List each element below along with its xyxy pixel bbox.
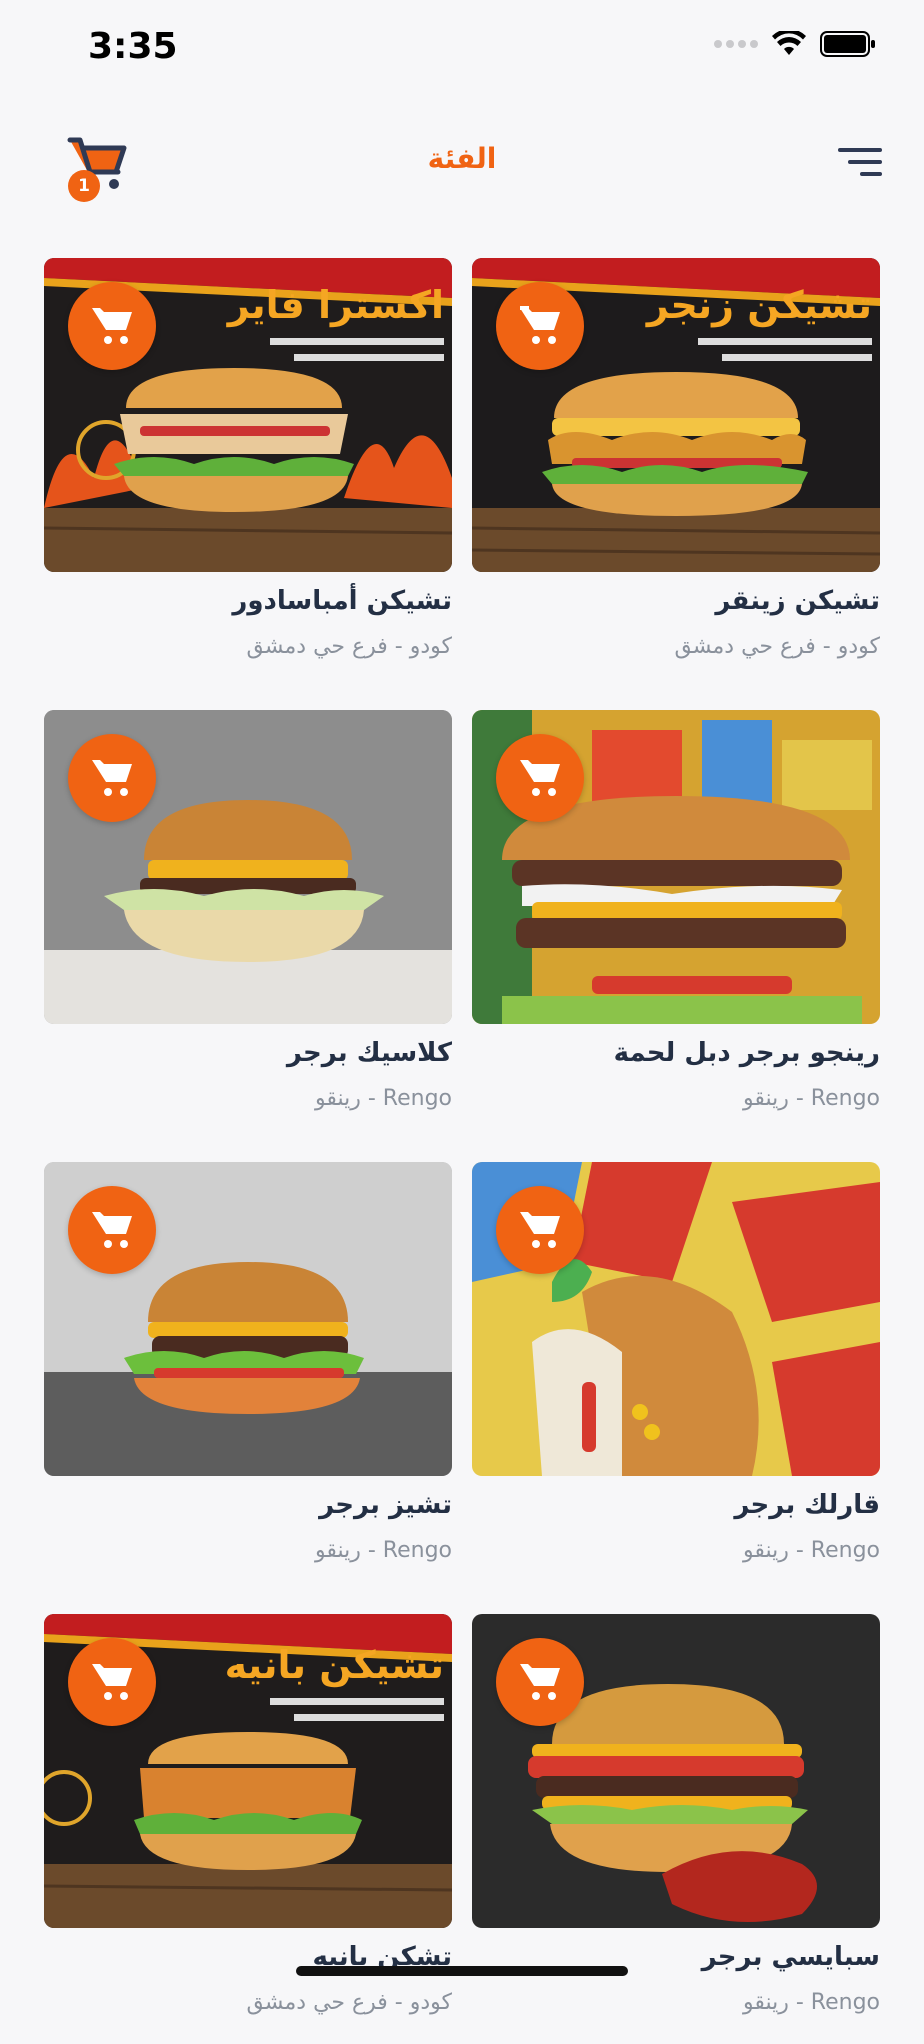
add-to-cart-button[interactable] bbox=[496, 282, 584, 370]
add-to-cart-button[interactable] bbox=[68, 1186, 156, 1274]
banner-text: تشيكن بانيه bbox=[225, 1643, 444, 1687]
product-card[interactable]: رينجو برجر دبل لحمة Rengo - رينقو bbox=[472, 710, 880, 1140]
add-to-cart-button[interactable] bbox=[496, 1638, 584, 1726]
home-indicator[interactable] bbox=[296, 1966, 628, 1976]
product-name: قارلك برجر bbox=[734, 1490, 880, 1520]
banner-text: اكسترا فاير bbox=[226, 283, 444, 327]
product-card[interactable]: سبايسي برجر Rengo - رينقو bbox=[472, 1614, 880, 2044]
product-card[interactable]: اكسترا فاير تشيكن أمباسادور كودو - فرع ح… bbox=[44, 258, 452, 688]
add-to-cart-button[interactable] bbox=[68, 282, 156, 370]
product-card[interactable]: كلاسيك برجر Rengo - رينقو bbox=[44, 710, 452, 1140]
product-image bbox=[44, 710, 452, 1024]
product-name: تشيكن أمباسادور bbox=[232, 586, 452, 616]
status-time: 3:35 bbox=[88, 26, 178, 67]
cart-icon bbox=[92, 760, 132, 796]
store-name: كودو - فرع حي دمشق bbox=[246, 1990, 452, 2015]
product-image bbox=[472, 710, 880, 1024]
cart-icon bbox=[520, 1664, 560, 1700]
add-to-cart-button[interactable] bbox=[496, 1186, 584, 1274]
product-name: تشيكن زينقر bbox=[715, 586, 880, 616]
product-image bbox=[44, 1162, 452, 1476]
product-card[interactable]: تشيكن زنجر تشيكن زينقر كودو - فرع حي دمش… bbox=[472, 258, 880, 688]
product-card[interactable]: تشيكن بانيه تشكن بانيه كودو - فرع حي دمش… bbox=[44, 1614, 452, 2044]
cart-icon bbox=[520, 306, 560, 344]
cart-icon bbox=[92, 308, 132, 344]
banner-text: تشيكن زنجر bbox=[645, 283, 872, 327]
store-name: Rengo - رينقو bbox=[742, 1538, 880, 1563]
status-icons bbox=[714, 30, 876, 58]
product-name: رينجو برجر دبل لحمة bbox=[613, 1038, 880, 1068]
add-to-cart-button[interactable] bbox=[68, 734, 156, 822]
menu-icon bbox=[838, 148, 882, 176]
add-to-cart-button[interactable] bbox=[68, 1638, 156, 1726]
product-image bbox=[472, 1162, 880, 1476]
wifi-icon bbox=[772, 31, 806, 57]
cart-icon bbox=[520, 760, 560, 796]
store-name: Rengo - رينقو bbox=[742, 1086, 880, 1111]
product-image: اكسترا فاير bbox=[44, 258, 452, 572]
add-to-cart-button[interactable] bbox=[496, 734, 584, 822]
product-image: تشيكن بانيه bbox=[44, 1614, 452, 1928]
store-name: Rengo - رينقو bbox=[314, 1086, 452, 1111]
header: 1 الفئة bbox=[0, 120, 924, 210]
cart-icon bbox=[92, 1212, 132, 1248]
product-image: تشيكن زنجر bbox=[472, 258, 880, 572]
product-card[interactable]: تشيز برجر Rengo - رينقو bbox=[44, 1162, 452, 1592]
battery-icon bbox=[820, 30, 876, 58]
cart-icon bbox=[92, 1664, 132, 1700]
product-name: كلاسيك برجر bbox=[286, 1038, 452, 1068]
product-card[interactable]: قارلك برجر Rengo - رينقو bbox=[472, 1162, 880, 1592]
product-name: تشيز برجر bbox=[319, 1490, 452, 1520]
store-name: Rengo - رينقو bbox=[742, 1990, 880, 2015]
store-name: كودو - فرع حي دمشق bbox=[674, 634, 880, 659]
product-image bbox=[472, 1614, 880, 1928]
page-title: الفئة bbox=[427, 142, 497, 175]
cart-icon bbox=[520, 1212, 560, 1248]
store-name: Rengo - رينقو bbox=[314, 1538, 452, 1563]
signal-icon bbox=[714, 40, 758, 48]
status-bar: 3:35 bbox=[0, 0, 924, 100]
filter-menu-button[interactable] bbox=[838, 146, 882, 180]
store-name: كودو - فرع حي دمشق bbox=[246, 634, 452, 659]
